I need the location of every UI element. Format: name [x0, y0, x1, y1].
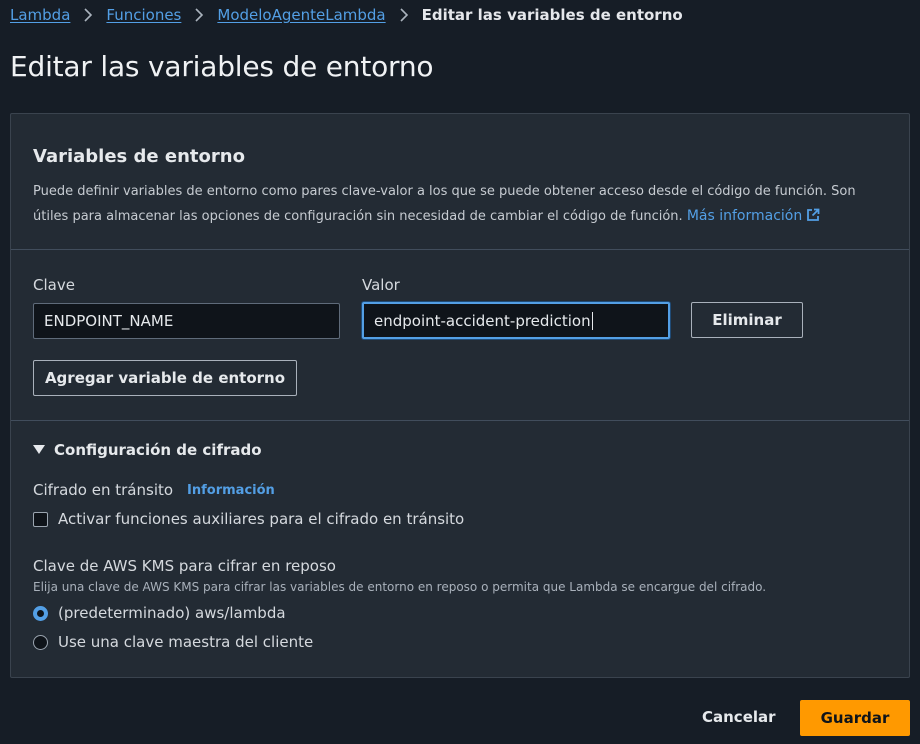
radio-default-row[interactable]: (predeterminado) aws/lambda: [33, 604, 286, 622]
panel-header: Variables de entorno Puede definir varia…: [11, 114, 909, 250]
remove-button[interactable]: Eliminar: [691, 302, 803, 338]
value-label: Valor: [362, 276, 400, 294]
save-button[interactable]: Guardar: [800, 700, 910, 736]
external-link-icon: [807, 208, 820, 221]
breadcrumb-function-name[interactable]: ModeloAgenteLambda: [217, 6, 385, 24]
env-vars-panel: Variables de entorno Puede definir varia…: [10, 113, 910, 678]
transit-checkbox-label: Activar funciones auxiliares para el cif…: [58, 510, 465, 528]
key-label: Clave: [33, 276, 75, 294]
kms-label: Clave de AWS KMS para cifrar en reposo: [33, 557, 336, 575]
transit-label: Cifrado en tránsito: [33, 481, 174, 499]
chevron-right-icon: [181, 8, 217, 22]
radio-default-label: (predeterminado) aws/lambda: [58, 604, 286, 622]
cancel-button[interactable]: Cancelar: [702, 708, 776, 726]
radio-custom-label: Use una clave maestra del cliente: [58, 633, 314, 651]
kms-description: Elija una clave de AWS KMS para cifrar l…: [33, 580, 767, 594]
more-info-link[interactable]: Más información: [687, 208, 820, 224]
radio-custom[interactable]: [33, 634, 48, 650]
section-title: Variables de entorno: [33, 146, 245, 167]
breadcrumb: Lambda Funciones ModeloAgenteLambda Edit…: [10, 4, 683, 26]
add-env-variable-button[interactable]: Agregar variable de entorno: [33, 360, 297, 396]
section-description: Puede definir variables de entorno como …: [33, 180, 883, 229]
breadcrumb-lambda[interactable]: Lambda: [10, 6, 70, 24]
key-input[interactable]: ENDPOINT_NAME: [33, 303, 340, 339]
chevron-right-icon: [70, 8, 106, 22]
breadcrumb-current: Editar las variables de entorno: [421, 6, 683, 24]
transit-checkbox[interactable]: [33, 511, 48, 527]
expander-label: Configuración de cifrado: [54, 441, 262, 459]
breadcrumb-funciones[interactable]: Funciones: [106, 6, 181, 24]
radio-custom-row[interactable]: Use una clave maestra del cliente: [33, 633, 313, 651]
chevron-right-icon: [386, 8, 422, 22]
page-title: Editar las variables de entorno: [10, 50, 434, 83]
transit-checkbox-row[interactable]: Activar funciones auxiliares para el cif…: [33, 510, 464, 528]
info-link[interactable]: Información: [187, 483, 275, 498]
radio-default[interactable]: [33, 605, 48, 621]
section-divider: [11, 420, 909, 421]
caret-down-icon: [33, 445, 45, 454]
transit-label-row: Cifrado en tránsito Información: [33, 481, 275, 499]
value-input[interactable]: endpoint-accident-prediction: [362, 302, 670, 339]
encryption-expander[interactable]: Configuración de cifrado: [33, 441, 262, 459]
text-caret: [591, 311, 593, 330]
